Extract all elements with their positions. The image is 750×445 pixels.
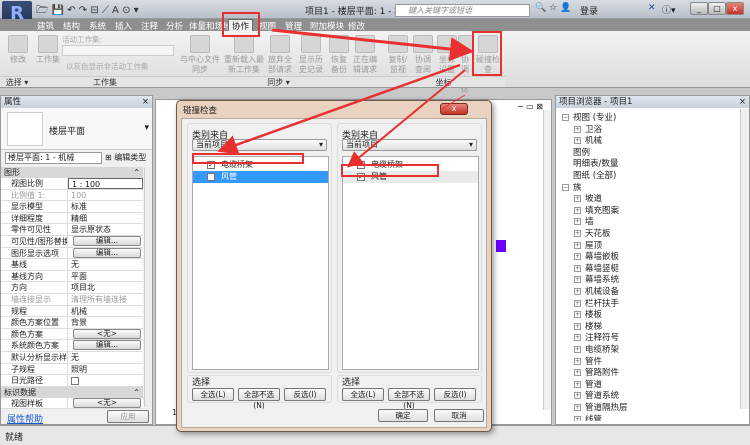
arrow-to-left-list [217, 63, 461, 155]
annotation-arrows [217, 28, 474, 168]
arrow-to-interference-check [271, 28, 474, 62]
